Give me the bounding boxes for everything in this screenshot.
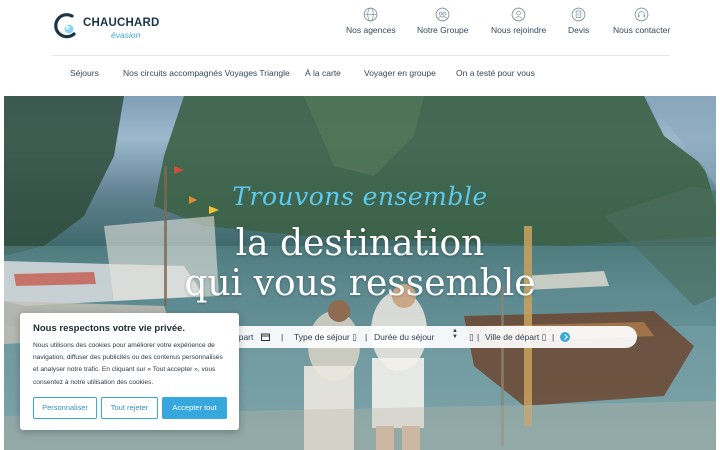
main-nav-groupe[interactable]: Voyager en groupe bbox=[364, 68, 436, 78]
calendar-icon bbox=[260, 333, 270, 341]
ville-depart-select[interactable]: Ville de départ ▯ bbox=[485, 332, 546, 343]
reject-all-button[interactable]: Tout rejeter bbox=[101, 397, 158, 419]
ville-depart-label: Ville de départ bbox=[485, 332, 540, 342]
accept-all-button[interactable]: Accepter tout bbox=[162, 397, 227, 419]
cookie-text: Nous utilisons des cookies pour améliore… bbox=[33, 342, 223, 386]
hero-headline-line2: qui vous ressemble bbox=[184, 263, 536, 304]
top-nav-agences[interactable]: Nos agences bbox=[346, 7, 396, 35]
group-icon bbox=[435, 7, 450, 22]
top-nav-groupe-label: Notre Groupe bbox=[417, 25, 469, 35]
top-nav-groupe[interactable]: Notre Groupe bbox=[417, 7, 469, 35]
cookie-title: Nous respectons votre vie privée. bbox=[33, 323, 186, 334]
trip-search-bar: épart | Type de séjour ▯ | Durée du séjo… bbox=[216, 326, 637, 348]
document-icon bbox=[571, 7, 586, 22]
top-nav-contact[interactable]: Nous contacter bbox=[613, 7, 670, 35]
cookie-consent-banner: Nous respectons votre vie privée. Nous u… bbox=[20, 313, 239, 430]
brand-name: CHAUCHARD bbox=[83, 17, 160, 29]
separator: | bbox=[552, 332, 555, 342]
duree-sejour-caret-icon: ▯ bbox=[469, 332, 474, 342]
brand-logo[interactable]: CHAUCHARD évasion bbox=[52, 12, 162, 42]
top-nav-devis-label: Devis bbox=[568, 25, 590, 35]
ville-depart-caret-icon: ▯ bbox=[541, 332, 547, 342]
header-divider bbox=[52, 55, 670, 56]
top-nav-rejoindre[interactable]: Nous rejoindre bbox=[491, 7, 546, 35]
top-nav-devis[interactable]: Devis bbox=[568, 7, 589, 35]
date-field[interactable]: épart bbox=[234, 332, 270, 342]
duree-sejour-label: Durée du séjour bbox=[374, 332, 435, 342]
logo-mark-icon bbox=[54, 13, 76, 39]
type-sejour-select[interactable]: Type de séjour ▯ bbox=[294, 332, 357, 343]
top-nav-rejoindre-label: Nous rejoindre bbox=[491, 25, 547, 35]
separator: | bbox=[365, 332, 368, 342]
cookie-buttons: Personnaliser Tout rejeter Accepter tout bbox=[33, 397, 227, 419]
top-nav-agences-label: Nos agences bbox=[346, 25, 396, 35]
hero-tagline: Trouvons ensemble bbox=[232, 182, 488, 211]
type-sejour-caret-icon: ▯ bbox=[352, 332, 357, 342]
main-navigation: Séjours Nos circuits accompagnés Voyages… bbox=[0, 68, 720, 82]
hero-headline-line1: la destination bbox=[235, 223, 485, 264]
site-header: CHAUCHARD évasion Nos agences Notre Grou… bbox=[0, 0, 720, 95]
top-nav-contact-label: Nous contacter bbox=[613, 25, 671, 35]
globe-icon bbox=[363, 7, 378, 22]
headset-icon bbox=[634, 7, 649, 22]
user-icon bbox=[511, 7, 526, 22]
main-nav-sejours[interactable]: Séjours bbox=[70, 68, 99, 78]
arrow-right-icon[interactable] bbox=[560, 332, 570, 342]
customize-cookies-button[interactable]: Personnaliser bbox=[33, 397, 97, 419]
main-nav-a-la-carte[interactable]: À la carte bbox=[305, 68, 341, 78]
separator: | bbox=[281, 332, 284, 342]
separator: | bbox=[477, 332, 480, 342]
main-nav-teste[interactable]: On a testé pour vous bbox=[456, 68, 535, 78]
brand-subtitle: évasion bbox=[111, 30, 141, 40]
duree-sejour-select[interactable]: Durée du séjour bbox=[374, 332, 434, 342]
type-sejour-label: Type de séjour bbox=[294, 332, 350, 342]
duree-stepper-icon[interactable]: ▲ ▼ bbox=[452, 328, 458, 340]
main-nav-circuits[interactable]: Nos circuits accompagnés Voyages Triangl… bbox=[123, 68, 290, 78]
